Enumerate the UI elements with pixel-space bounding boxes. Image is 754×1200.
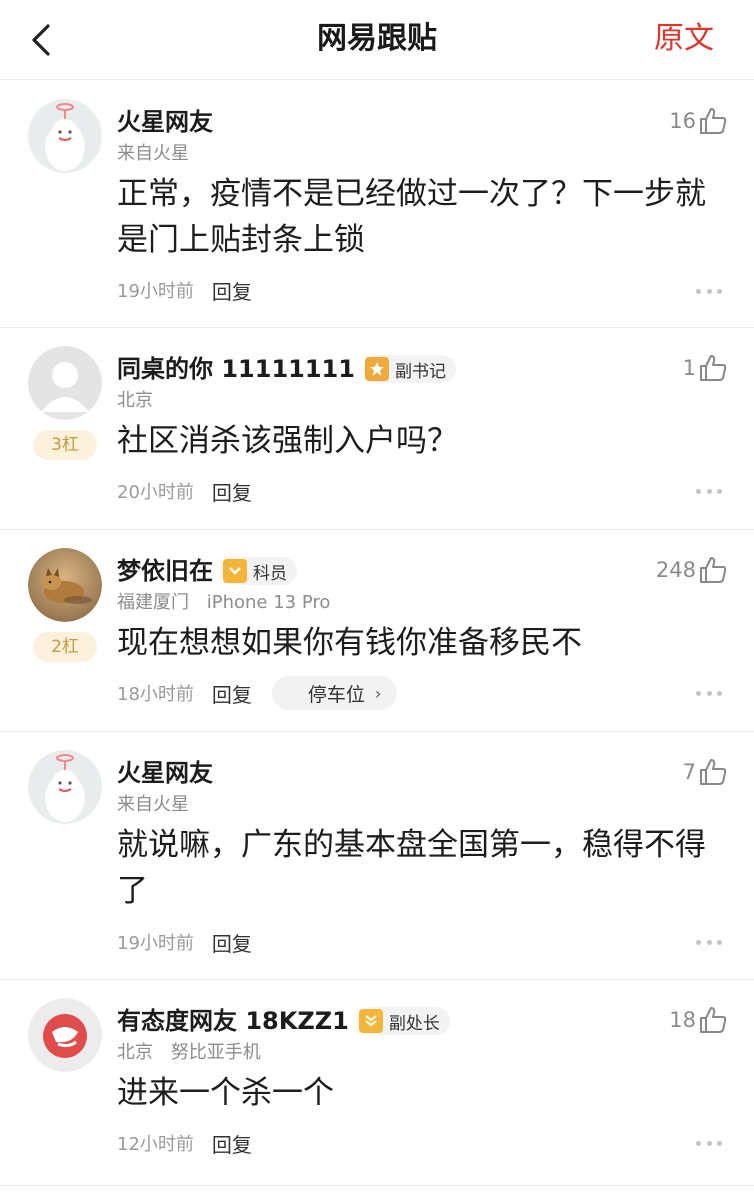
comment-item: 3杠 同桌的你 11111111 副书记 北京 1 社区消杀该强制入户吗？ 20… bbox=[0, 328, 754, 530]
user-info-row: 梦依旧在 科员 bbox=[117, 554, 297, 588]
like-count: 18 bbox=[669, 1008, 696, 1032]
user-info-row: 同桌的你 11111111 副书记 bbox=[117, 352, 456, 386]
more-options-icon[interactable] bbox=[696, 937, 722, 947]
comment-text: 现在想想如果你有钱你准备移民不 bbox=[117, 625, 582, 661]
page-title: 网易跟贴 bbox=[317, 21, 437, 56]
reply-button[interactable]: 回复 bbox=[212, 477, 252, 506]
default-user-avatar[interactable] bbox=[28, 346, 102, 420]
user-device: 努比亚手机 bbox=[170, 1042, 261, 1063]
like-count: 16 bbox=[669, 109, 696, 133]
rank-badge: 副处长 bbox=[356, 1007, 450, 1035]
user-nickname[interactable]: 梦依旧在 bbox=[117, 554, 213, 588]
reply-button[interactable]: 回复 bbox=[212, 276, 252, 305]
user-location: 北京 bbox=[117, 1042, 153, 1063]
thumbs-up-icon bbox=[700, 557, 727, 583]
user-device: iPhone 13 Pro bbox=[206, 592, 331, 613]
reply-button[interactable]: 回复 bbox=[212, 1129, 252, 1158]
user-info-row: 有态度网友 18KZZ1 副处长 bbox=[117, 1004, 450, 1038]
double-chevron-rank-icon bbox=[358, 1009, 383, 1033]
chevron-rank-icon bbox=[223, 559, 247, 583]
comment-footer: 18小时前 回复 停车位 › bbox=[117, 676, 398, 710]
thumbs-up-icon bbox=[700, 108, 727, 134]
top-nav-bar: 网易跟贴 原文 bbox=[0, 0, 754, 80]
thumbs-up-icon bbox=[700, 355, 727, 381]
user-meta: 福建厦门 iPhone 13 Pro bbox=[117, 588, 330, 614]
like-button[interactable]: 18 bbox=[669, 1002, 728, 1038]
comment-time: 20小时前 bbox=[117, 482, 194, 503]
thumbs-up-icon bbox=[700, 1007, 727, 1033]
comment-footer: 19小时前 回复 bbox=[117, 927, 252, 957]
user-nickname[interactable]: 同桌的你 11111111 bbox=[117, 352, 355, 386]
floor-badge: 3杠 bbox=[33, 430, 97, 460]
more-options-icon[interactable] bbox=[696, 1138, 722, 1148]
like-count: 7 bbox=[682, 760, 696, 784]
comment-time: 12小时前 bbox=[117, 1134, 194, 1155]
comment-footer: 20小时前 回复 bbox=[117, 476, 252, 506]
netease-logo-avatar[interactable] bbox=[28, 998, 102, 1072]
like-count: 1 bbox=[682, 356, 696, 380]
comment-item: 火星网友 来自火星 7 就说嘛，广东的基本盘全国第一，稳得不得了 19小时前 回… bbox=[0, 732, 754, 980]
comment-footer: 12小时前 回复 bbox=[117, 1128, 252, 1158]
like-count: 248 bbox=[655, 558, 696, 582]
user-info-row: 火星网友 bbox=[117, 105, 213, 139]
star-badge-icon bbox=[364, 357, 389, 381]
floor-badge: 2杠 bbox=[33, 632, 97, 662]
user-info-row: 火星网友 bbox=[117, 756, 213, 790]
rank-badge: 科员 bbox=[221, 557, 297, 585]
rank-label: 副处长 bbox=[388, 1013, 440, 1034]
like-button[interactable]: 248 bbox=[656, 552, 728, 588]
comment-time: 19小时前 bbox=[117, 281, 194, 302]
user-location: 福建厦门 bbox=[117, 592, 189, 613]
reply-button[interactable]: 回复 bbox=[212, 679, 252, 708]
more-options-icon[interactable] bbox=[696, 688, 722, 698]
martian-avatar[interactable] bbox=[28, 750, 102, 824]
user-nickname[interactable]: 火星网友 bbox=[117, 756, 213, 790]
comment-time: 18小时前 bbox=[117, 684, 194, 705]
like-button[interactable]: 16 bbox=[669, 103, 728, 139]
comment-text: 正常，疫情不是已经做过一次了？下一步就是门上贴封条上锁 bbox=[117, 176, 706, 258]
user-location: 北京 bbox=[117, 390, 153, 411]
chevron-right-icon: › bbox=[374, 683, 382, 703]
comment-list: 火星网友 来自火星 16 正常，疫情不是已经做过一次了？下一步就是门上贴封条上锁… bbox=[0, 81, 754, 1186]
user-meta: 北京 bbox=[117, 386, 153, 412]
rank-label: 科员 bbox=[253, 563, 287, 584]
comment-text: 社区消杀该强制入户吗？ bbox=[117, 423, 458, 459]
comment-item: 火星网友 来自火星 16 正常，疫情不是已经做过一次了？下一步就是门上贴封条上锁… bbox=[0, 81, 754, 328]
topic-tag-label: 停车位 bbox=[307, 683, 365, 706]
comment-item: 有态度网友 18KZZ1 副处长 北京 努比亚手机 18 进来一个杀一个 12小… bbox=[0, 980, 754, 1186]
topic-tag-button[interactable]: 停车位 › bbox=[271, 676, 398, 710]
martian-avatar[interactable] bbox=[28, 99, 102, 173]
user-location: 来自火星 bbox=[117, 143, 189, 164]
comment-text: 进来一个杀一个 bbox=[117, 1075, 334, 1111]
comment-footer: 19小时前 回复 bbox=[117, 275, 252, 305]
more-options-icon[interactable] bbox=[696, 286, 722, 296]
reply-button[interactable]: 回复 bbox=[212, 928, 252, 957]
user-location: 来自火星 bbox=[117, 794, 189, 815]
like-button[interactable]: 7 bbox=[683, 754, 728, 790]
comment-text: 就说嘛，广东的基本盘全国第一，稳得不得了 bbox=[117, 827, 706, 909]
comment-item: 2杠 梦依旧在 科员 福建厦门 iPhone 13 Pro 248 现在想想如果… bbox=[0, 530, 754, 732]
user-nickname[interactable]: 火星网友 bbox=[117, 105, 213, 139]
original-article-button[interactable]: 原文 bbox=[654, 18, 714, 60]
like-button[interactable]: 1 bbox=[683, 350, 728, 386]
thumbs-up-icon bbox=[700, 759, 727, 785]
more-options-icon[interactable] bbox=[696, 486, 722, 496]
rank-badge: 副书记 bbox=[362, 355, 456, 383]
user-meta: 来自火星 bbox=[117, 139, 189, 165]
user-meta: 来自火星 bbox=[117, 790, 189, 816]
dog-photo-avatar[interactable] bbox=[28, 548, 102, 622]
rank-label: 副书记 bbox=[394, 361, 446, 382]
user-nickname[interactable]: 有态度网友 18KZZ1 bbox=[117, 1004, 349, 1038]
user-meta: 北京 努比亚手机 bbox=[117, 1038, 261, 1064]
comment-time: 19小时前 bbox=[117, 933, 194, 954]
